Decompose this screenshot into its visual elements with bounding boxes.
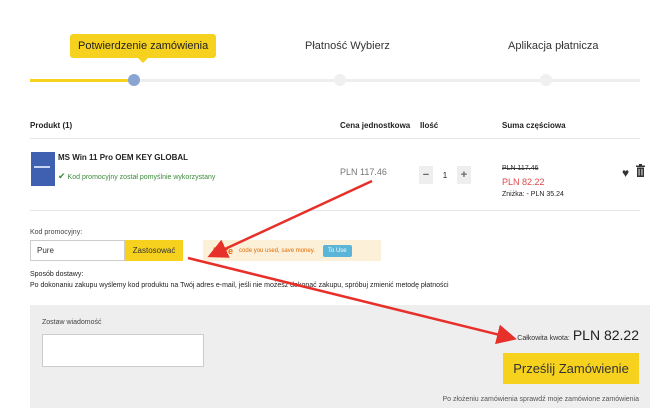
total-value: PLN 82.22 <box>572 327 639 343</box>
promo-suggestion-message: code you used, save money. <box>239 247 315 254</box>
header-product: Produkt (1) <box>30 121 73 130</box>
check-icon: ✔ <box>58 171 66 181</box>
promo-code-input[interactable] <box>30 240 125 261</box>
divider <box>30 210 640 211</box>
message-label: Zostaw wiadomość <box>42 319 102 326</box>
promo-suggestion: Pure code you used, save money. To Use <box>203 240 381 261</box>
step-order-confirmation[interactable]: Potwierdzenie zamówienia <box>70 34 217 63</box>
step-dot-active <box>128 74 140 86</box>
checkout-stepper: Potwierdzenie zamówienia Płatność Wybier… <box>0 0 670 100</box>
stepper-progress <box>30 79 134 82</box>
minus-icon[interactable]: − <box>419 166 433 184</box>
discount-amount: Zniżka: - PLN 35.24 <box>502 191 564 198</box>
step-dot-3 <box>540 74 552 86</box>
promo-code-label: Kod promocyjny: <box>30 229 83 236</box>
trash-icon[interactable] <box>636 164 645 177</box>
use-code-button[interactable]: To Use <box>322 244 352 257</box>
heart-icon[interactable]: ♥ <box>622 166 629 180</box>
header-quantity: Ilość <box>420 121 439 130</box>
promo-success-message: ✔ Kod promocyjny został pomyślnie wykorzy… <box>58 171 216 181</box>
total-label: Całkowita kwota: <box>517 335 570 342</box>
message-textarea[interactable] <box>42 334 204 367</box>
quantity-stepper: − 1 + <box>419 164 471 186</box>
step-payment-app[interactable]: Aplikacja płatnicza <box>508 40 599 52</box>
discounted-price: PLN 82.22 <box>502 177 545 187</box>
plus-icon[interactable]: + <box>457 166 471 184</box>
apply-promo-button[interactable]: Zastosować <box>125 240 183 261</box>
header-unit-price: Cena jednostkowa <box>340 121 411 130</box>
step-dot-2 <box>334 74 346 86</box>
order-note: Po złożeniu zamówienia sprawdź moje zamó… <box>442 396 639 403</box>
unit-price: PLN 117.46 <box>340 167 387 177</box>
order-total: Całkowita kwota: PLN 82.22 <box>517 327 639 343</box>
shipping-label: Sposób dostawy: <box>30 271 84 278</box>
shipping-text: Po dokonaniu zakupu wyślemy kod produktu… <box>30 282 449 289</box>
promo-suggestion-code: Pure <box>213 245 234 256</box>
old-price: PLN 117.46 <box>502 165 539 172</box>
product-thumbnail[interactable] <box>31 152 55 186</box>
submit-order-button[interactable]: Prześlij Zamówienie <box>503 353 639 384</box>
quantity-value[interactable]: 1 <box>433 171 457 180</box>
divider <box>30 138 640 139</box>
step-payment-select[interactable]: Płatność Wybierz <box>305 40 390 52</box>
product-name[interactable]: MS Win 11 Pro OEM KEY GLOBAL <box>58 153 188 162</box>
header-subtotal: Suma częściowa <box>502 121 566 130</box>
